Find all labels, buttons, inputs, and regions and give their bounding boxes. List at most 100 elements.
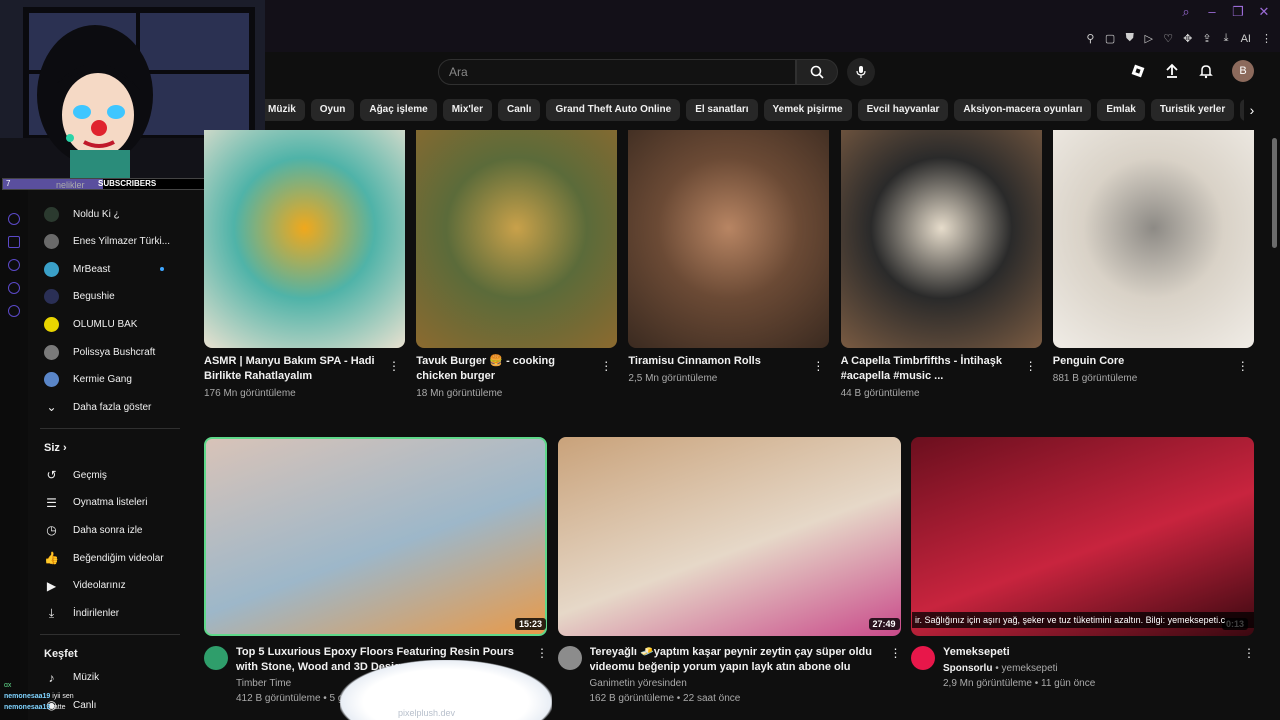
chip-11[interactable]: Turistik yerler xyxy=(1150,99,1235,121)
chevron-right-icon[interactable]: › xyxy=(1242,99,1262,121)
chip-8[interactable]: Evcil hayvanlar xyxy=(857,99,949,121)
channel-avatar xyxy=(44,261,59,277)
sidebar-item-label: Beğendiğim videolar xyxy=(73,552,164,564)
short-thumbnail[interactable] xyxy=(416,130,618,348)
ai-extension-button[interactable]: AI xyxy=(1241,33,1251,45)
page-scrollbar[interactable] xyxy=(1272,138,1277,248)
subscription-label: Begushie xyxy=(73,291,115,303)
video-thumbnail[interactable] xyxy=(911,437,1254,636)
channel-avatar[interactable] xyxy=(911,646,935,670)
subscription-item[interactable]: OLUMLU BAK xyxy=(44,313,184,335)
subscription-item[interactable]: Noldu Ki ¿ xyxy=(44,203,184,225)
short-thumbnail[interactable] xyxy=(1052,130,1254,348)
pin-icon[interactable]: ⚲ xyxy=(1086,32,1095,45)
short-title[interactable]: A Capella Timbrfifths - İntihaşk #acapel… xyxy=(841,354,1023,384)
sidebar-item-label: Canlı xyxy=(73,699,97,711)
channel-name[interactable]: Ganimetin yöresinden xyxy=(590,676,687,691)
channel-avatar xyxy=(44,289,59,305)
short-title[interactable]: ASMR | Manyu Bakım SPA - Hadi Birlikte R… xyxy=(204,354,386,384)
short-views: 2,5 Mn görüntüleme xyxy=(628,373,718,384)
more-vertical-icon[interactable]: ⋮ xyxy=(1243,646,1255,660)
more-vertical-icon[interactable]: ⋮ xyxy=(812,359,824,373)
chip-2[interactable]: Ağaç işleme xyxy=(360,99,437,121)
short-thumbnail[interactable] xyxy=(840,130,1042,348)
stream-chat-overlay: ɑx nemonesaa19 iyii sen nemonesaa19 latte xyxy=(4,680,74,713)
channel-name[interactable]: Timber Time xyxy=(236,676,291,691)
channel-avatar[interactable] xyxy=(557,646,582,670)
shield-icon[interactable]: ⛊ xyxy=(1125,32,1134,45)
heart-icon[interactable]: ♡ xyxy=(1163,32,1173,45)
video-thumbnail[interactable] xyxy=(557,437,901,636)
short-thumbnail[interactable] xyxy=(204,130,405,348)
channel-name[interactable]: yemeksepeti xyxy=(1002,663,1058,674)
cast-icon[interactable] xyxy=(1130,63,1146,79)
search-icon[interactable]: ⌕ xyxy=(1178,4,1194,20)
chip-10[interactable]: Emlak xyxy=(1097,99,1145,121)
chip-1[interactable]: Oyun xyxy=(310,99,355,121)
notifications-bell-icon[interactable] xyxy=(1198,63,1214,79)
subscription-label: MrBeast xyxy=(73,263,111,275)
tab-icon[interactable]: ▢ xyxy=(1105,32,1115,45)
account-avatar[interactable]: B xyxy=(1232,60,1254,82)
subscription-item[interactable]: Enes Yilmazer Türki... xyxy=(44,231,184,253)
short-title[interactable]: Tavuk Burger 🍔 - cooking chicken burger xyxy=(416,354,598,384)
video-title[interactable]: Tereyağlı 🧈yaptım kaşar peynir zeytin ça… xyxy=(590,645,874,675)
video-thumbnail[interactable] xyxy=(204,437,547,636)
sidebar-item-playlists[interactable]: ☰ Oynatma listeleri xyxy=(44,492,184,514)
video-duration: 15:23 xyxy=(515,618,547,630)
channel-avatar[interactable] xyxy=(204,646,228,670)
subscriber-count: 7 xyxy=(6,179,11,188)
search-input[interactable]: Ara xyxy=(438,59,796,85)
more-vertical-icon[interactable]: ⋮ xyxy=(1025,359,1037,373)
more-vertical-icon[interactable]: ⋮ xyxy=(1261,32,1272,45)
sidebar-item-your-videos[interactable]: ▶ Videolarınız xyxy=(44,575,184,597)
share-icon[interactable]: ⇪ xyxy=(1202,32,1211,45)
you-heading[interactable]: Siz › xyxy=(44,442,67,454)
maximize-icon[interactable]: ❐ xyxy=(1230,4,1246,20)
voice-search-button[interactable] xyxy=(847,58,875,86)
download-icon[interactable]: ⤓ xyxy=(1222,32,1231,45)
chip-9[interactable]: Aksiyon-macera oyunları xyxy=(954,99,1092,121)
puzzle-icon[interactable]: ✥ xyxy=(1183,32,1192,45)
more-vertical-icon[interactable]: ⋮ xyxy=(536,646,548,660)
show-more-button[interactable]: ⌄ Daha fazla göster xyxy=(44,396,184,418)
create-upload-icon[interactable] xyxy=(1164,63,1180,79)
short-title[interactable]: Tiramisu Cinnamon Rolls xyxy=(628,354,810,369)
chat-username: nemonesaa19 xyxy=(4,693,51,700)
short-thumbnail[interactable] xyxy=(628,130,830,348)
header-actions: B xyxy=(1130,60,1254,82)
you-heading-label: Siz xyxy=(44,442,60,455)
minimize-icon[interactable]: – xyxy=(1204,4,1220,20)
chip-3[interactable]: Mix'ler xyxy=(442,99,492,121)
search-button[interactable] xyxy=(796,59,838,85)
more-vertical-icon[interactable]: ⋮ xyxy=(890,646,902,660)
sidebar-item-history[interactable]: ↺ Geçmiş xyxy=(44,464,184,486)
sidebar-item-watch-later[interactable]: ◷ Daha sonra izle xyxy=(44,519,184,541)
more-vertical-icon[interactable]: ⋮ xyxy=(388,359,400,373)
play-icon[interactable]: ▷ xyxy=(1144,32,1153,45)
close-icon[interactable]: ✕ xyxy=(1256,4,1272,20)
subscription-item[interactable]: Polissya Bushcraft xyxy=(44,341,184,363)
short-title[interactable]: Penguin Core xyxy=(1053,354,1235,369)
chip-6[interactable]: El sanatları xyxy=(686,99,758,121)
more-vertical-icon[interactable]: ⋮ xyxy=(1237,359,1249,373)
chat-message: nemonesaa19 latte xyxy=(4,702,74,713)
sidebar-item-download[interactable]: ⤓ İndirilenler xyxy=(44,602,184,624)
category-chips: Müzik Oyun Ağaç işleme Mix'ler Canlı Grand Th… xyxy=(259,99,1244,121)
chip-4[interactable]: Canlı xyxy=(498,99,541,121)
rail-screen-icon xyxy=(8,236,20,248)
subscription-item[interactable]: MrBeast xyxy=(44,258,184,280)
channel-avatar xyxy=(44,372,59,388)
chip-0[interactable]: Müzik xyxy=(259,99,305,121)
subscription-label: Enes Yilmazer Türki... xyxy=(73,236,171,248)
sidebar: Noldu Ki ¿ Enes Yilmazer Türki... MrBeast B… xyxy=(28,190,190,720)
chip-7[interactable]: Yemek pişirme xyxy=(763,99,852,121)
subscription-item[interactable]: Begushie xyxy=(44,286,184,308)
chip-5[interactable]: Grand Theft Auto Online xyxy=(546,99,681,121)
video-title[interactable]: Yemeksepeti xyxy=(943,645,1227,660)
sidebar-divider xyxy=(40,633,180,635)
sidebar-item-like[interactable]: 👍 Beğendiğim videolar xyxy=(44,547,184,569)
subscription-item[interactable]: Kermie Gang xyxy=(44,369,184,391)
channel-avatar xyxy=(44,206,59,222)
more-vertical-icon[interactable]: ⋮ xyxy=(600,359,612,373)
